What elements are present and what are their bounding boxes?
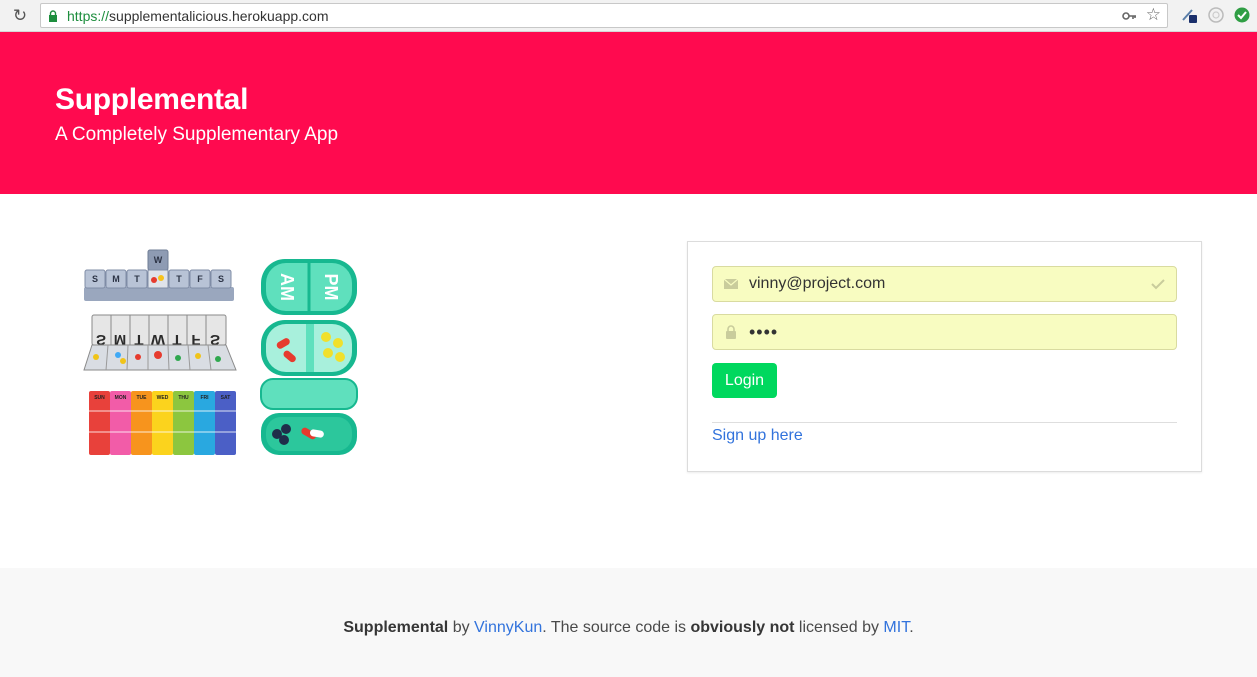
lock-icon [726,325,736,339]
day-name: THU [178,395,189,401]
weekday-letter: F [197,274,203,284]
footer-text: Supplemental by VinnyKun. The source cod… [343,619,914,636]
footer-app-name: Supplemental [343,619,449,636]
weekly-pill-box-open: S M T W T F S [83,314,237,371]
pill-organizers-illustration: S M T W T F S S M T W T F S SUN MON TUE … [83,249,358,455]
day-name: FRI [200,395,209,401]
lock-icon [49,10,57,22]
weekday-letter: T [134,274,140,284]
login-button[interactable]: Login [712,363,777,398]
day-name: TUE [137,395,148,401]
bookmark-star-icon[interactable]: ☆ [1146,5,1161,25]
signup-link[interactable]: Sign up here [712,427,803,445]
extension-icon[interactable] [1233,6,1251,24]
extension-icon[interactable] [1180,6,1198,24]
checkmark-icon [1151,279,1165,290]
weekly-pill-box-gray: S M T W T F S [84,249,234,301]
pill-case-open-lid [260,378,358,455]
weekday-letter: T [176,274,182,284]
reload-icon[interactable]: ↻ [9,5,31,27]
case-label: PM [321,274,341,301]
weekly-pill-box-rainbow: SUN MON TUE WED THU FRI SAT [89,391,236,455]
hero-banner: Supplemental A Completely Supplementary … [0,32,1257,194]
am-pm-pill-case-open [261,320,357,376]
weekday-letter: S [218,274,224,284]
weekday-letter: M [112,274,120,284]
footer-emphasis: obviously not [690,619,795,636]
app-subtitle: A Completely Supplementary App [55,124,339,145]
email-value: vinny@project.com [749,275,886,292]
case-label: AM [277,273,297,301]
address-bar[interactable]: https://supplementalicious.herokuapp.com… [40,3,1168,28]
divider [712,422,1177,423]
password-value: •••• [749,322,779,342]
login-form: vinny@project.com •••• Login Sign up her… [687,241,1202,472]
app-title: Supplemental [55,83,249,116]
envelope-icon [723,278,739,289]
footer: Supplemental by VinnyKun. The source cod… [0,568,1257,677]
password-field[interactable]: •••• [712,314,1177,350]
url-text: https://supplementalicious.herokuapp.com [67,8,329,24]
day-name: SUN [94,395,105,401]
day-name: WED [157,395,169,401]
weekday-letter: W [154,255,163,265]
key-icon[interactable] [1121,8,1137,24]
weekday-letter: S [92,274,98,284]
license-link[interactable]: MIT [883,619,909,636]
am-pm-pill-case-closed: AM PM [261,259,357,315]
email-field[interactable]: vinny@project.com [712,266,1177,302]
day-name: MON [115,395,127,401]
day-name: SAT [221,395,231,401]
author-link[interactable]: VinnyKun [474,619,542,636]
extension-icon[interactable] [1207,6,1225,24]
browser-toolbar: ↻ https://supplementalicious.herokuapp.c… [0,0,1257,32]
